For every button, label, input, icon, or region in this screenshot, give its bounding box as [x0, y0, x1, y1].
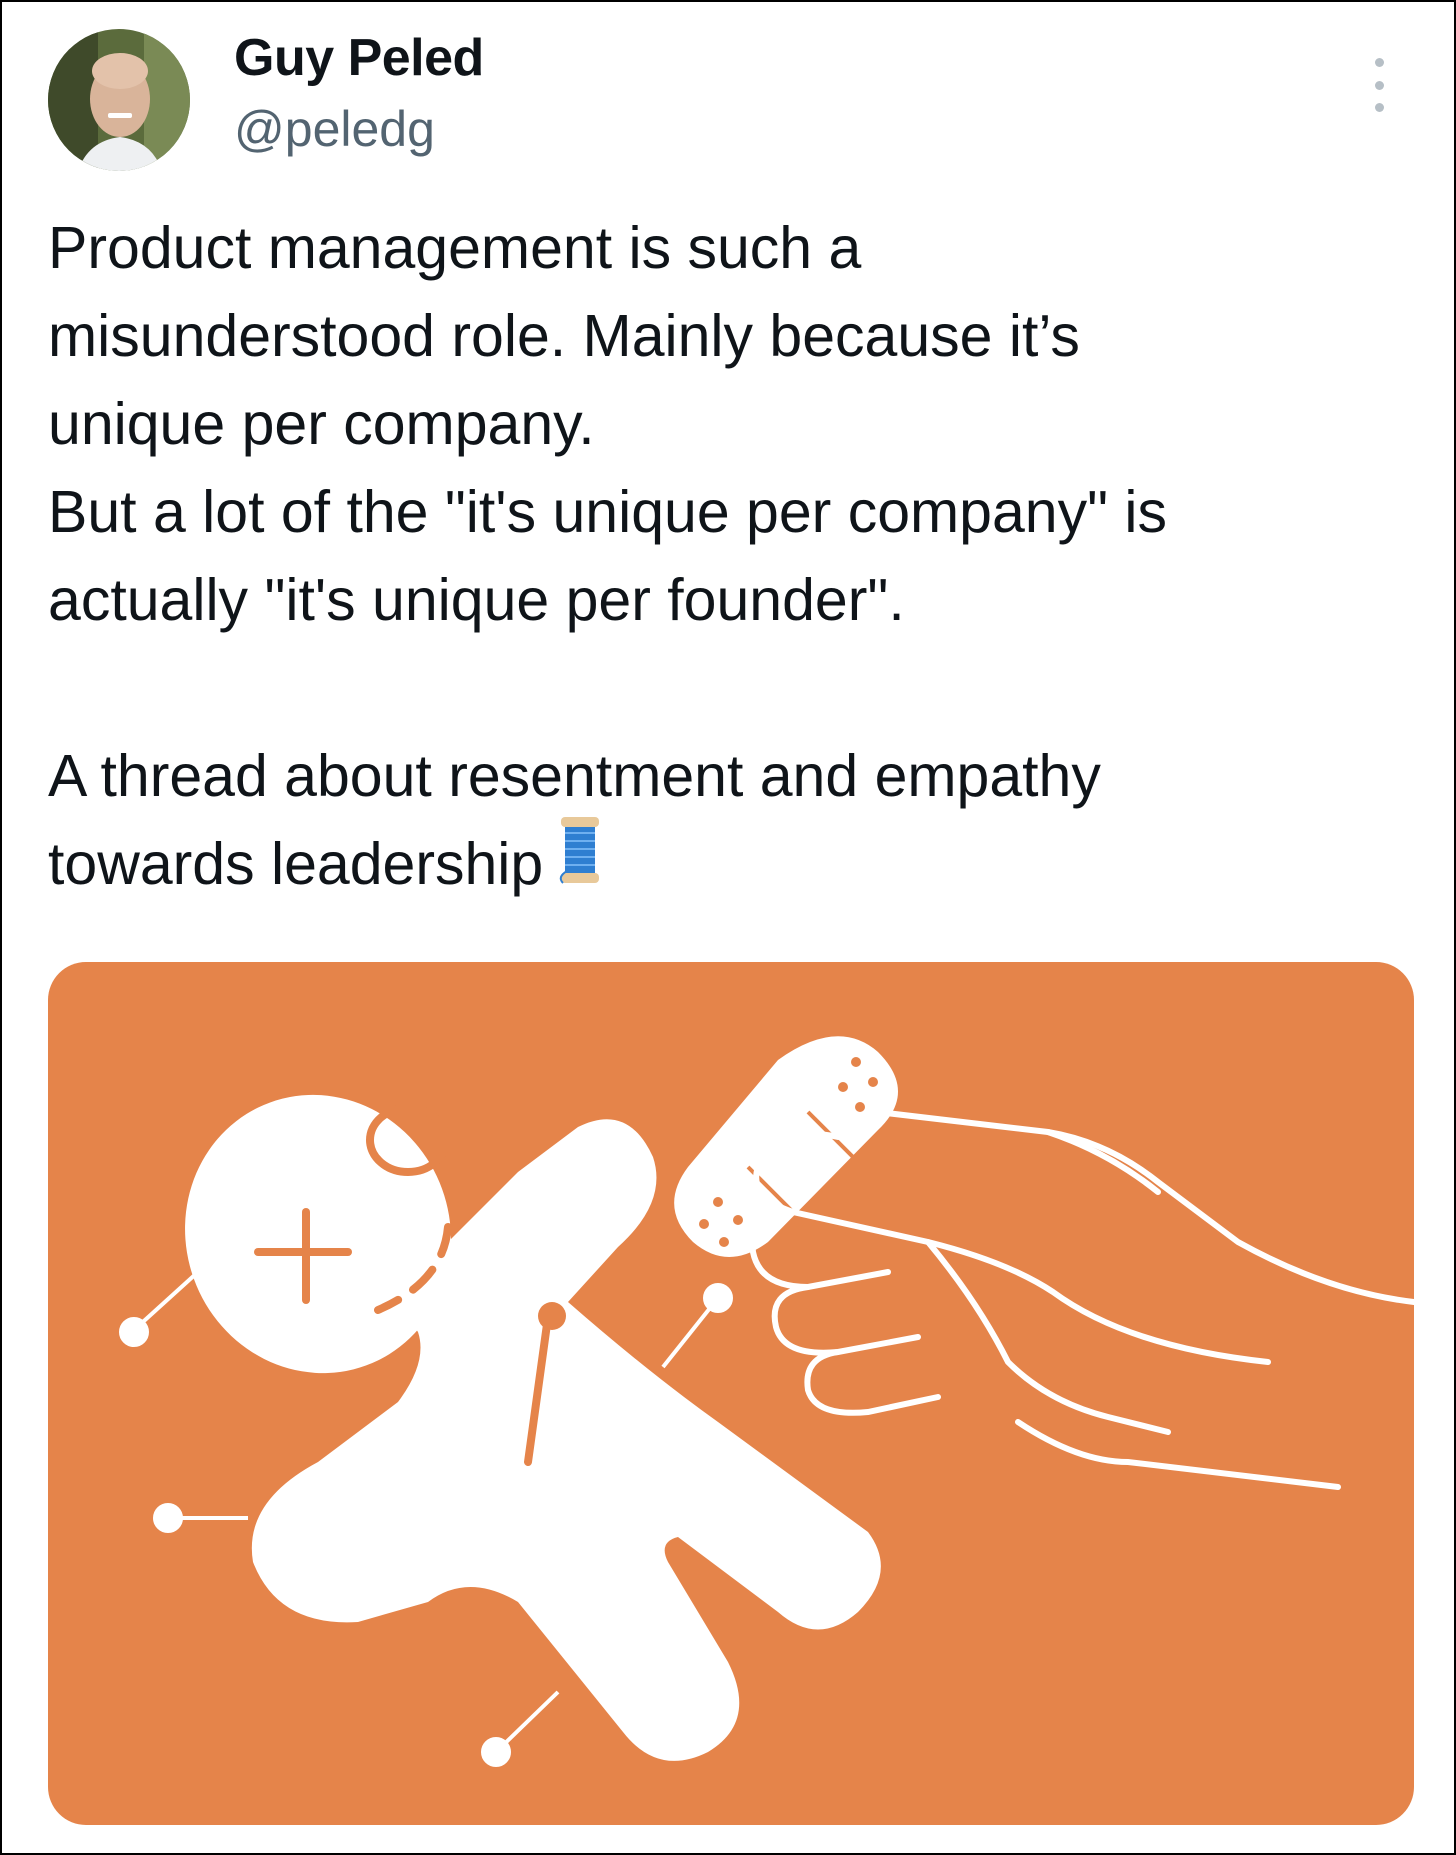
author-avatar[interactable] [48, 29, 190, 171]
spool-of-thread-emoji-icon [557, 815, 603, 909]
voodoo-doll-bandage-illustration [119, 1036, 1414, 1767]
tweet-text-line: Product management is such a [48, 215, 862, 281]
author-handle[interactable]: @peledg [234, 100, 435, 158]
avatar-photo [48, 29, 190, 171]
tweet-text-line: towards leadership [48, 831, 544, 897]
author-display-name[interactable]: Guy Peled [234, 28, 484, 88]
voodoo-pin-head [538, 1302, 566, 1330]
bandage-icon [674, 1036, 898, 1257]
tweet-text-line: A thread about resentment and empathy [48, 743, 1101, 809]
tweet-text: Product management is such a misundersto… [48, 204, 1428, 908]
hand-icon [749, 1109, 1414, 1490]
tweet-text-line: unique per company. [48, 391, 595, 457]
tweet-text-line: But a lot of the "it's unique per compan… [48, 479, 1168, 545]
tweet-text-line: misunderstood role. Mainly because it’s [48, 303, 1080, 369]
tweet-card: Guy Peled @peledg Product management is … [0, 0, 1456, 1855]
tweet-text-line: actually "it's unique per founder". [48, 567, 905, 633]
tweet-media-image[interactable] [48, 962, 1414, 1825]
more-options-icon[interactable] [1363, 58, 1395, 112]
tweet-text-line-last: towards leadership [48, 817, 1428, 908]
